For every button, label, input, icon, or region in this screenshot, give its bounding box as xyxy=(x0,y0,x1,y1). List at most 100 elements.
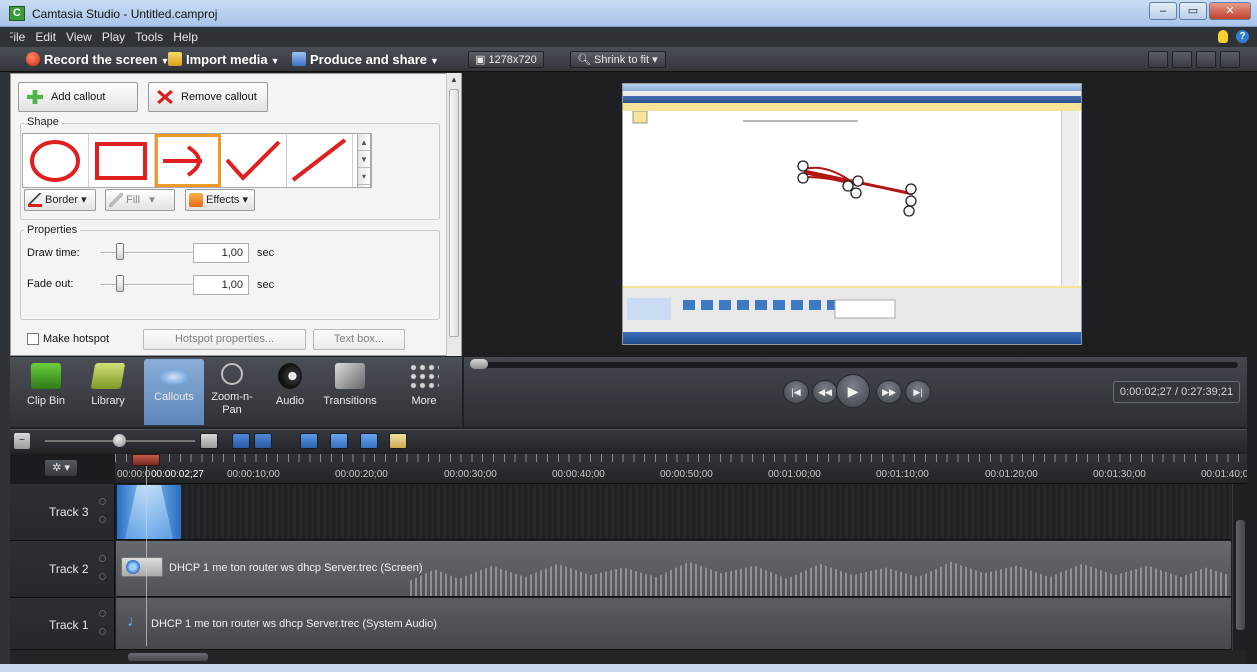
zoom-dropdown[interactable]: 🔍︎ Shrink to fit ▾ xyxy=(570,51,666,68)
timeline-settings-gear-icon[interactable]: ✲ ▾ xyxy=(44,459,78,477)
track-3-header[interactable]: Track 3 xyxy=(10,484,115,541)
effects-dropdown[interactable]: Effects ▾ xyxy=(185,189,255,211)
track-1-header[interactable]: Track 1 xyxy=(10,598,115,650)
shape-checkmark[interactable] xyxy=(221,134,287,187)
rectangle-shape-icon xyxy=(95,142,147,180)
task-audio[interactable]: Audio xyxy=(260,359,320,425)
pan-hand-icon[interactable] xyxy=(1172,51,1192,68)
text-box-button[interactable]: Text box... xyxy=(313,329,405,350)
horizontal-scroll-thumb[interactable] xyxy=(128,653,208,661)
resolution-dropdown[interactable]: ▣ 1278x720 xyxy=(468,51,544,68)
help-icon[interactable]: ? xyxy=(1236,30,1249,43)
record-icon xyxy=(26,52,40,66)
task-label: Clip Bin xyxy=(27,395,65,407)
track-3-lock-icon[interactable] xyxy=(99,498,106,505)
undo-icon[interactable] xyxy=(232,433,250,449)
draw-time-input[interactable]: 1,00 xyxy=(193,243,249,263)
shape-line[interactable] xyxy=(287,134,353,187)
draw-time-slider-track[interactable] xyxy=(100,252,195,254)
restore-button[interactable]: ▭ xyxy=(1179,2,1207,20)
scrub-knob[interactable] xyxy=(470,359,488,369)
scroll-up-icon[interactable]: ▲ xyxy=(358,134,370,151)
panel-scrollbar[interactable]: ▲ xyxy=(446,73,461,356)
draw-time-slider-thumb[interactable] xyxy=(116,243,124,260)
remove-callout-button[interactable]: Remove callout xyxy=(148,82,268,112)
close-button[interactable]: ✕ xyxy=(1209,2,1251,20)
ruler-label: 00:01:30;00 xyxy=(1093,469,1146,480)
resolution-label: 1278x720 xyxy=(488,54,537,66)
task-library[interactable]: Library xyxy=(78,359,138,425)
preview-scrub-bar[interactable] xyxy=(476,362,1238,368)
make-hotspot-checkbox[interactable] xyxy=(27,333,39,345)
track-2-lock-icon[interactable] xyxy=(99,555,106,562)
add-callout-button[interactable]: Add callout xyxy=(18,82,138,112)
fullscreen-icon[interactable] xyxy=(1220,51,1240,68)
minimize-button[interactable]: – xyxy=(1149,2,1177,20)
task-more[interactable]: More xyxy=(394,359,454,425)
callout-clip[interactable] xyxy=(117,485,181,539)
remove-callout-label: Remove callout xyxy=(181,91,257,103)
border-dropdown[interactable]: Border ▾ xyxy=(24,189,96,211)
produce-share-button[interactable]: Produce and share ▼ xyxy=(292,52,439,67)
audio-clip-label[interactable]: DHCP 1 me ton router ws dhcp Server.trec… xyxy=(151,618,437,630)
panel-scroll-thumb[interactable] xyxy=(449,89,459,337)
menu-tools[interactable]: Tools xyxy=(130,27,168,44)
fade-out-input[interactable]: 1,00 xyxy=(193,275,249,295)
vertical-scroll-thumb[interactable] xyxy=(1236,520,1245,630)
track-2-header[interactable]: Track 2 xyxy=(10,541,115,598)
fade-out-slider-thumb[interactable] xyxy=(116,275,124,292)
timeline-zoom-knob[interactable] xyxy=(113,434,126,447)
paste-icon[interactable] xyxy=(389,433,407,449)
track-1-lock-icon[interactable] xyxy=(99,610,106,617)
plus-icon xyxy=(27,90,43,104)
timeline-toolbar xyxy=(10,429,1247,453)
zoom-out-icon[interactable]: − xyxy=(14,433,30,449)
task-label: Transitions xyxy=(323,395,377,407)
cut-icon[interactable] xyxy=(300,433,318,449)
fade-out-slider-track[interactable] xyxy=(100,284,195,286)
timeline-horizontal-scrollbar[interactable] xyxy=(10,650,1247,664)
track-2-visibility-icon[interactable] xyxy=(99,573,106,580)
task-clip-bin[interactable]: Clip Bin xyxy=(16,359,76,425)
timeline-ruler[interactable]: 00:00:0 00:00:02;27 00:00:10;00 00:00:20… xyxy=(115,454,1247,484)
playhead-handle[interactable] xyxy=(132,454,160,466)
shape-arrow[interactable] xyxy=(155,134,221,187)
fast-forward-button[interactable]: ▶▶ xyxy=(876,380,902,404)
track-3-visibility-icon[interactable] xyxy=(99,516,106,523)
shape-gallery-scroll[interactable]: ▲ ▼ ▾ xyxy=(357,133,371,188)
menu-view[interactable]: View xyxy=(61,27,97,44)
import-media-button[interactable]: Import media ▼ xyxy=(168,52,280,67)
menu-edit[interactable]: Edit xyxy=(30,27,61,44)
next-clip-button[interactable]: ▶| xyxy=(905,380,931,404)
detach-preview-icon[interactable] xyxy=(1196,51,1216,68)
previous-clip-button[interactable]: |◀ xyxy=(783,380,809,404)
timeline-vertical-scrollbar[interactable] xyxy=(1232,484,1247,650)
track-3-lane[interactable] xyxy=(116,484,1231,540)
task-callouts[interactable]: Callouts xyxy=(144,359,204,425)
shape-rectangle[interactable] xyxy=(89,134,155,187)
task-zoom-n-pan[interactable]: Zoom-n-Pan xyxy=(204,359,260,425)
play-button[interactable]: ▶ xyxy=(836,374,870,408)
screen-clip-label[interactable]: DHCP 1 me ton router ws dhcp Server.trec… xyxy=(169,562,423,574)
network-diagram-image xyxy=(632,110,917,217)
zoom-in-icon[interactable] xyxy=(200,433,218,449)
scroll-up-icon[interactable]: ▲ xyxy=(447,73,461,87)
record-screen-button[interactable]: Record the screen ▼ xyxy=(26,52,169,67)
copy-icon[interactable] xyxy=(360,433,378,449)
editor-view-icon[interactable] xyxy=(1148,51,1168,68)
video-preview-canvas[interactable] xyxy=(622,83,1082,345)
task-transitions[interactable]: Transitions xyxy=(316,359,384,425)
menu-play[interactable]: Play xyxy=(97,27,130,44)
rewind-button[interactable]: ◀◀ xyxy=(812,380,838,404)
hotspot-properties-button[interactable]: Hotspot properties... xyxy=(143,329,306,350)
shape-ellipse[interactable] xyxy=(23,134,89,187)
redo-icon[interactable] xyxy=(254,433,272,449)
task-label: More xyxy=(411,395,437,407)
split-icon[interactable] xyxy=(330,433,348,449)
track-1-visibility-icon[interactable] xyxy=(99,628,106,635)
tips-bulb-icon[interactable] xyxy=(1218,30,1228,43)
scroll-down-icon[interactable]: ▼ xyxy=(358,151,370,168)
gallery-more-icon[interactable]: ▾ xyxy=(358,168,370,185)
fill-dropdown[interactable]: Fill ▾ xyxy=(105,189,175,211)
menu-help[interactable]: Help xyxy=(168,27,203,44)
